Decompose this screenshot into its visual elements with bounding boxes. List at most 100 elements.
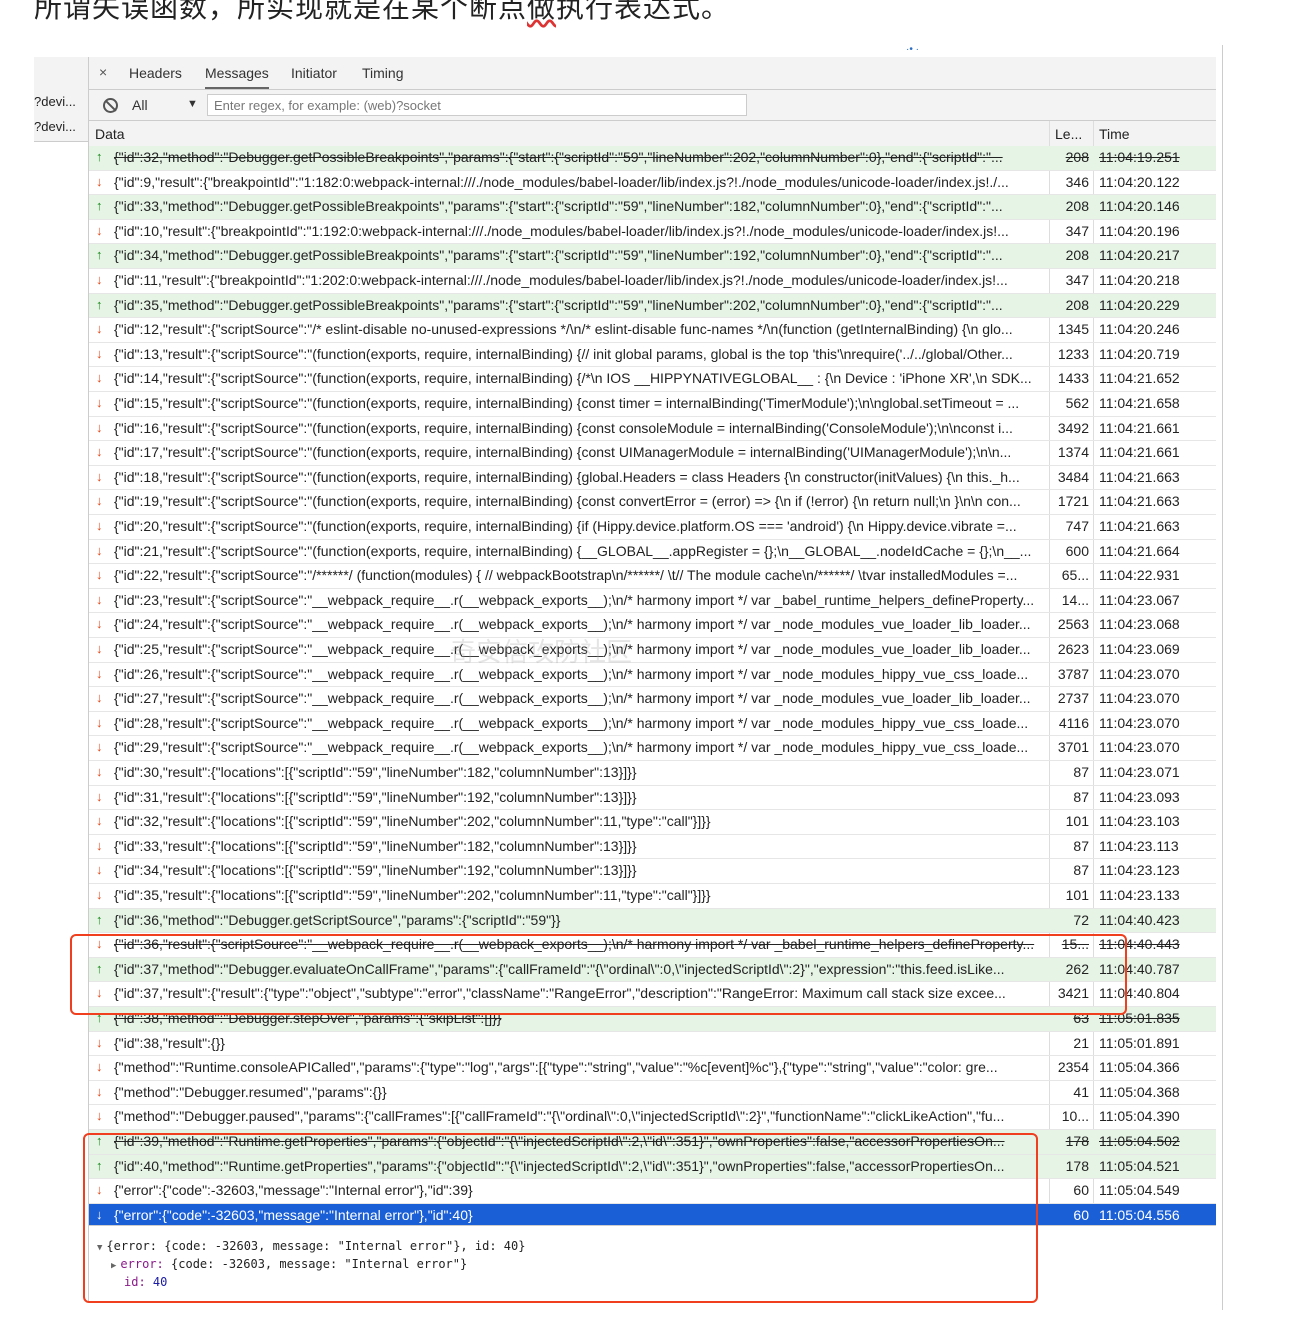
- table-row[interactable]: ↓ {"method":"Runtime.consoleAPICalled","p…: [89, 1056, 1216, 1081]
- table-row[interactable]: ↓ {"id":25,"result":{"scriptSource":"__we…: [89, 638, 1216, 663]
- table-row[interactable]: ↓ {"error":{"code":-32603,"message":"Inte…: [89, 1179, 1216, 1204]
- close-icon[interactable]: ×: [99, 64, 107, 80]
- detail-root-line[interactable]: ▼ {error: {code: -32603, message: "Intern…: [97, 1239, 525, 1253]
- message-time: 11:05:04.368: [1099, 1083, 1180, 1100]
- collapse-triangle-icon[interactable]: ▶: [111, 1261, 116, 1271]
- table-row[interactable]: ↓ {"id":13,"result":{"scriptSource":"(fun…: [89, 343, 1216, 368]
- table-row[interactable]: ↑ {"id":37,"method":"Debugger.evaluateOnC…: [89, 957, 1216, 983]
- table-row[interactable]: ↑ {"id":36,"method":"Debugger.getScriptSo…: [89, 908, 1216, 934]
- tab-messages[interactable]: Messages: [205, 65, 269, 89]
- filter-bar: All ▼: [89, 90, 1216, 121]
- message-time: 11:04:21.652: [1099, 370, 1180, 387]
- message-time: 11:04:22.931: [1099, 567, 1180, 584]
- message-length: 14...: [1061, 591, 1089, 608]
- table-row[interactable]: ↓ {"id":14,"result":{"scriptSource":"(fun…: [89, 367, 1216, 392]
- message-data: {"id":33,"method":"Debugger.getPossibleB…: [114, 198, 1003, 215]
- table-row[interactable]: ↑ {"id":34,"method":"Debugger.getPossible…: [89, 244, 1216, 269]
- message-data: {"id":39,"method":"Runtime.getProperties…: [114, 1133, 1005, 1149]
- table-row[interactable]: ↓ {"id":9,"result":{"breakpointId":"1:182…: [89, 171, 1216, 196]
- message-length: 60: [1073, 1206, 1089, 1223]
- message-time: 11:04:40.423: [1099, 911, 1180, 928]
- table-row[interactable]: ↓ {"id":31,"result":{"locations":[{"scrip…: [89, 786, 1216, 811]
- message-length: 87: [1073, 764, 1089, 780]
- message-length: 1721: [1057, 493, 1089, 510]
- message-length: 208: [1065, 198, 1089, 215]
- message-time: 11:04:20.218: [1099, 272, 1180, 288]
- request-list-item[interactable]: ?devi...: [34, 119, 88, 134]
- arrow-up-icon: ↑: [96, 149, 103, 164]
- table-row[interactable]: ↑ {"id":40,"method":"Runtime.getPropertie…: [89, 1154, 1216, 1180]
- message-data: {"id":34,"result":{"locations":[{"script…: [114, 862, 637, 879]
- table-row[interactable]: ↓ {"id":12,"result":{"scriptSource":"/* e…: [89, 318, 1216, 343]
- table-row[interactable]: ↓ {"id":20,"result":{"scriptSource":"(fun…: [89, 515, 1216, 540]
- message-time: 11:05:04.521: [1099, 1157, 1180, 1174]
- table-row[interactable]: ↓ {"id":30,"result":{"locations":[{"scrip…: [89, 761, 1216, 786]
- message-length: 4116: [1058, 714, 1089, 731]
- message-data: {"id":17,"result":{"scriptSource":"(func…: [114, 444, 1012, 461]
- table-row[interactable]: ↓ {"id":11,"result":{"breakpointId":"1:20…: [89, 269, 1216, 294]
- table-row[interactable]: ↓ {"id":38,"result":{}} 21 11:05:01.891: [89, 1032, 1216, 1057]
- table-row[interactable]: ↓ {"id":18,"result":{"scriptSource":"(fun…: [89, 466, 1216, 491]
- table-row[interactable]: ↓ {"id":23,"result":{"scriptSource":"__we…: [89, 589, 1216, 614]
- table-row[interactable]: ↓ {"id":17,"result":{"scriptSource":"(fun…: [89, 441, 1216, 466]
- table-row[interactable]: ↓ {"id":19,"result":{"scriptSource":"(fun…: [89, 490, 1216, 515]
- table-row[interactable]: ↓ {"id":10,"result":{"breakpointId":"1:19…: [89, 220, 1216, 245]
- table-row[interactable]: ↓ {"method":"Debugger.paused","params":{"…: [89, 1105, 1216, 1130]
- table-row[interactable]: ↑ {"id":38,"method":"Debugger.stepOver","…: [89, 1007, 1216, 1032]
- message-time: 11:05:04.556: [1099, 1206, 1180, 1223]
- table-row[interactable]: ↓ {"id":27,"result":{"scriptSource":"__we…: [89, 687, 1216, 712]
- table-row[interactable]: ↑ {"id":35,"method":"Debugger.getPossible…: [89, 293, 1216, 319]
- table-row[interactable]: ↓ {"id":36,"result":{"scriptSource":"__we…: [89, 933, 1216, 958]
- table-row[interactable]: ↓ {"id":21,"result":{"scriptSource":"(fun…: [89, 540, 1216, 565]
- message-data: {"method":"Debugger.paused","params":{"c…: [114, 1108, 1005, 1125]
- message-time: 11:05:04.390: [1099, 1108, 1180, 1125]
- table-row[interactable]: ↓ {"id":24,"result":{"scriptSource":"__we…: [89, 613, 1216, 638]
- table-row[interactable]: ↑ {"id":33,"method":"Debugger.getPossible…: [89, 195, 1216, 220]
- message-length: 87: [1073, 862, 1089, 879]
- message-detail-pane: ▼ {error: {code: -32603, message: "Intern…: [89, 1225, 1216, 1303]
- chevron-down-icon[interactable]: ▼: [187, 98, 198, 110]
- tab-bar: × Headers Messages Initiator Timing: [89, 57, 1216, 90]
- message-data: {"id":40,"method":"Runtime.getProperties…: [114, 1157, 1005, 1174]
- table-row[interactable]: ↓ {"id":34,"result":{"locations":[{"scrip…: [89, 859, 1216, 884]
- table-row[interactable]: ↓ {"id":16,"result":{"scriptSource":"(fun…: [89, 417, 1216, 442]
- message-time: 11:04:20.122: [1099, 173, 1180, 190]
- message-data: {"id":21,"result":{"scriptSource":"(func…: [114, 542, 1032, 559]
- message-type-select[interactable]: All: [132, 97, 148, 113]
- tab-timing[interactable]: Timing: [362, 65, 404, 81]
- detail-error-line[interactable]: ▶ error: {code: -32603, message: "Interna…: [111, 1257, 467, 1271]
- column-header-time[interactable]: Time: [1099, 126, 1130, 142]
- message-data: {"id":19,"result":{"scriptSource":"(func…: [114, 493, 1021, 510]
- table-row[interactable]: ↓ {"id":22,"result":{"scriptSource":"/***…: [89, 564, 1216, 589]
- table-row[interactable]: ↓ {"id":15,"result":{"scriptSource":"(fun…: [89, 392, 1216, 417]
- table-row[interactable]: ↓ {"id":35,"result":{"locations":[{"scrip…: [89, 884, 1216, 909]
- clear-messages-icon[interactable]: [103, 98, 118, 113]
- table-row[interactable]: ↓ {"id":33,"result":{"locations":[{"scrip…: [89, 835, 1216, 860]
- tab-headers[interactable]: Headers: [129, 65, 182, 81]
- message-length: 1433: [1057, 370, 1089, 387]
- table-row[interactable]: ↓ {"id":32,"result":{"locations":[{"scrip…: [89, 810, 1216, 835]
- regex-filter-input[interactable]: [207, 94, 747, 116]
- expand-triangle-icon[interactable]: ▼: [97, 1243, 102, 1253]
- table-row[interactable]: ↑ {"id":32,"method":"Debugger.getPossible…: [89, 146, 1216, 171]
- message-data: {"id":9,"result":{"breakpointId":"1:182:…: [114, 173, 1009, 190]
- arrow-down-icon: ↓: [96, 518, 103, 533]
- table-row[interactable]: ↓ {"id":37,"result":{"result":{"type":"ob…: [89, 982, 1216, 1007]
- column-header-data[interactable]: Data: [95, 126, 125, 142]
- message-time: 11:04:23.093: [1099, 788, 1180, 805]
- tab-initiator[interactable]: Initiator: [291, 65, 337, 81]
- message-length: 3787: [1057, 665, 1089, 682]
- arrow-down-icon: ↓: [96, 887, 103, 902]
- table-row[interactable]: ↓ {"id":26,"result":{"scriptSource":"__we…: [89, 663, 1216, 688]
- table-row[interactable]: ↓ {"id":28,"result":{"scriptSource":"__we…: [89, 712, 1216, 737]
- arrow-up-icon: ↑: [96, 247, 103, 263]
- message-time: 11:04:20.246: [1099, 321, 1180, 338]
- table-row[interactable]: ↑ {"id":39,"method":"Runtime.getPropertie…: [89, 1130, 1216, 1155]
- message-data: {"id":13,"result":{"scriptSource":"(func…: [114, 345, 1013, 362]
- column-header-length[interactable]: Le...: [1055, 126, 1082, 142]
- message-length: 2737: [1057, 690, 1089, 707]
- table-row[interactable]: ↓ {"method":"Debugger.resumed","params":{…: [89, 1081, 1216, 1106]
- table-row[interactable]: ↓ {"id":29,"result":{"scriptSource":"__we…: [89, 736, 1216, 761]
- arrow-up-icon: ↑: [96, 960, 103, 976]
- request-list-item[interactable]: ?devi...: [34, 94, 88, 109]
